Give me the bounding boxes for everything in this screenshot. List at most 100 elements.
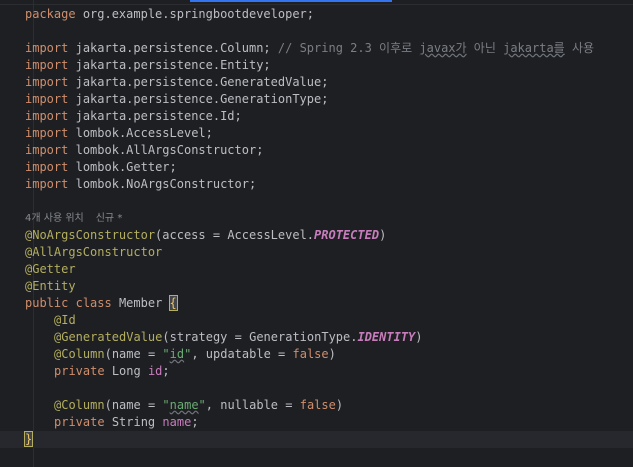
class-name: Member <box>118 296 163 310</box>
author-hint[interactable]: 신규 * <box>96 213 123 224</box>
import-path: jakarta.persistence.Id; <box>75 109 242 123</box>
import-path: lombok.AccessLevel; <box>75 126 213 140</box>
column-name-name: name <box>169 398 199 412</box>
active-tab-indicator[interactable] <box>190 0 392 2</box>
import-keyword: import <box>25 126 69 140</box>
code-line-annotation[interactable]: @Entity <box>0 278 633 295</box>
equals-sign: = <box>205 228 228 242</box>
string-literal: "id" <box>162 347 191 361</box>
code-line-annotation[interactable]: @Getter <box>0 261 633 278</box>
id-field: id <box>147 364 163 378</box>
code-line-annotation[interactable]: @Column(name = "name", nullable = false) <box>0 397 633 414</box>
access-param: access <box>162 228 206 242</box>
import-path: lombok.AllArgsConstructor; <box>75 143 264 157</box>
comment-word-javax: javax가 <box>419 41 467 55</box>
paren-close: ) <box>335 398 344 412</box>
column-annotation: @Column <box>54 347 105 361</box>
import-keyword: import <box>25 92 69 106</box>
code-line-annotation[interactable]: @Id <box>0 312 633 329</box>
code-line-package[interactable]: package org.example.springbootdeveloper; <box>0 6 633 23</box>
string-literal: "name" <box>162 398 205 412</box>
editor-tab-strip <box>0 0 633 5</box>
import-keyword: import <box>25 41 69 55</box>
usages-count-link[interactable]: 4개 사용 위치 <box>25 213 84 224</box>
code-line-import[interactable]: import jakarta.persistence.Entity; <box>0 57 633 74</box>
tab-strip-border <box>0 4 633 5</box>
entity-annotation: @Entity <box>25 279 76 293</box>
code-line-annotation[interactable]: @AllArgsConstructor <box>0 244 633 261</box>
code-editor[interactable]: package org.example.springbootdeveloper;… <box>0 6 633 448</box>
column-annotation: @Column <box>54 398 105 412</box>
long-type: Long <box>111 364 141 378</box>
code-line-blank[interactable] <box>0 23 633 40</box>
import-keyword: import <box>25 177 69 191</box>
access-level-type: AccessLevel. <box>227 228 315 242</box>
import-path: jakarta.persistence.Entity; <box>75 58 271 72</box>
code-line-current[interactable]: } <box>0 431 633 448</box>
paren-close: ) <box>379 228 387 242</box>
quote: " <box>162 398 170 412</box>
code-line-class-declaration[interactable]: public class Member { <box>0 295 633 312</box>
id-annotation: @Id <box>54 313 76 327</box>
column-name-id: id <box>169 347 185 361</box>
code-line-field[interactable]: private Long id; <box>0 363 633 380</box>
code-line-blank[interactable] <box>0 193 633 210</box>
generation-type-constant: IDENTITY <box>357 330 416 344</box>
code-line-import[interactable]: import lombok.NoArgsConstructor; <box>0 176 633 193</box>
equals-sign: = <box>227 330 250 344</box>
paren-open: ( <box>104 347 112 361</box>
name-param: name <box>111 398 141 412</box>
code-line-import[interactable]: import jakarta.persistence.GenerationTyp… <box>0 91 633 108</box>
package-name: org.example.springbootdeveloper; <box>82 7 314 21</box>
open-brace-match: { <box>168 295 178 311</box>
quote: " <box>162 347 170 361</box>
code-comment: // Spring 2.3 이후로 javax가 아닌 jakarta를 사용 <box>278 41 594 55</box>
import-keyword: import <box>25 75 69 89</box>
import-keyword: import <box>25 143 69 157</box>
close-brace-match: } <box>23 431 34 447</box>
paren-close: ) <box>415 330 423 344</box>
package-keyword: package <box>25 7 76 21</box>
comment-prefix: // Spring 2.3 이후로 <box>277 41 420 55</box>
code-line-annotation[interactable]: @GeneratedValue(strategy = GenerationTyp… <box>0 329 633 346</box>
import-path: jakarta.persistence.GenerationType; <box>75 92 329 106</box>
semicolon: ; <box>191 415 199 429</box>
access-level-constant: PROTECTED <box>314 228 380 242</box>
comment-mid: 아닌 <box>466 41 504 55</box>
name-param: name <box>111 347 141 361</box>
equals-sign: = <box>278 398 300 412</box>
private-keyword: private <box>54 364 105 378</box>
import-keyword: import <box>25 58 69 72</box>
code-line-import[interactable]: import lombok.AllArgsConstructor; <box>0 142 633 159</box>
comment-suffix: 사용 <box>564 41 595 55</box>
no-args-constructor-annotation: @NoArgsConstructor <box>25 228 156 242</box>
paren-open: ( <box>162 330 170 344</box>
all-args-constructor-annotation: @AllArgsConstructor <box>25 245 163 259</box>
false-keyword: false <box>292 347 329 361</box>
updatable-param: updatable <box>205 347 271 361</box>
code-line-annotation[interactable]: @NoArgsConstructor(access = AccessLevel.… <box>0 227 633 244</box>
comment-word-jakarta: jakarta를 <box>503 41 565 55</box>
code-line-field[interactable]: private String name; <box>0 414 633 431</box>
code-line-import[interactable]: import lombok.AccessLevel; <box>0 125 633 142</box>
code-line-blank[interactable] <box>0 380 633 397</box>
import-path: jakarta.persistence.Column; <box>75 41 271 55</box>
nullable-param: nullable <box>220 398 279 412</box>
code-line-import[interactable]: import lombok.Getter; <box>0 159 633 176</box>
equals-sign: = <box>140 398 163 412</box>
code-line-import[interactable]: import jakarta.persistence.GeneratedValu… <box>0 74 633 91</box>
public-keyword: public <box>25 296 69 310</box>
code-line-import[interactable]: import jakarta.persistence.Column; // Sp… <box>0 40 633 57</box>
comma: , <box>205 398 221 412</box>
comma: , <box>191 347 206 361</box>
import-path: lombok.Getter; <box>75 160 177 174</box>
import-path: jakarta.persistence.GeneratedValue; <box>75 75 329 89</box>
import-path: lombok.NoArgsConstructor; <box>75 177 257 191</box>
name-field: name <box>162 415 192 429</box>
generation-type: GenerationType. <box>249 330 358 344</box>
import-keyword: import <box>25 160 69 174</box>
code-line-annotation[interactable]: @Column(name = "id", updatable = false) <box>0 346 633 363</box>
usage-inlay-hint[interactable]: 4개 사용 위치 신규 * <box>0 210 633 227</box>
import-keyword: import <box>25 109 69 123</box>
code-line-import[interactable]: import jakarta.persistence.Id; <box>0 108 633 125</box>
